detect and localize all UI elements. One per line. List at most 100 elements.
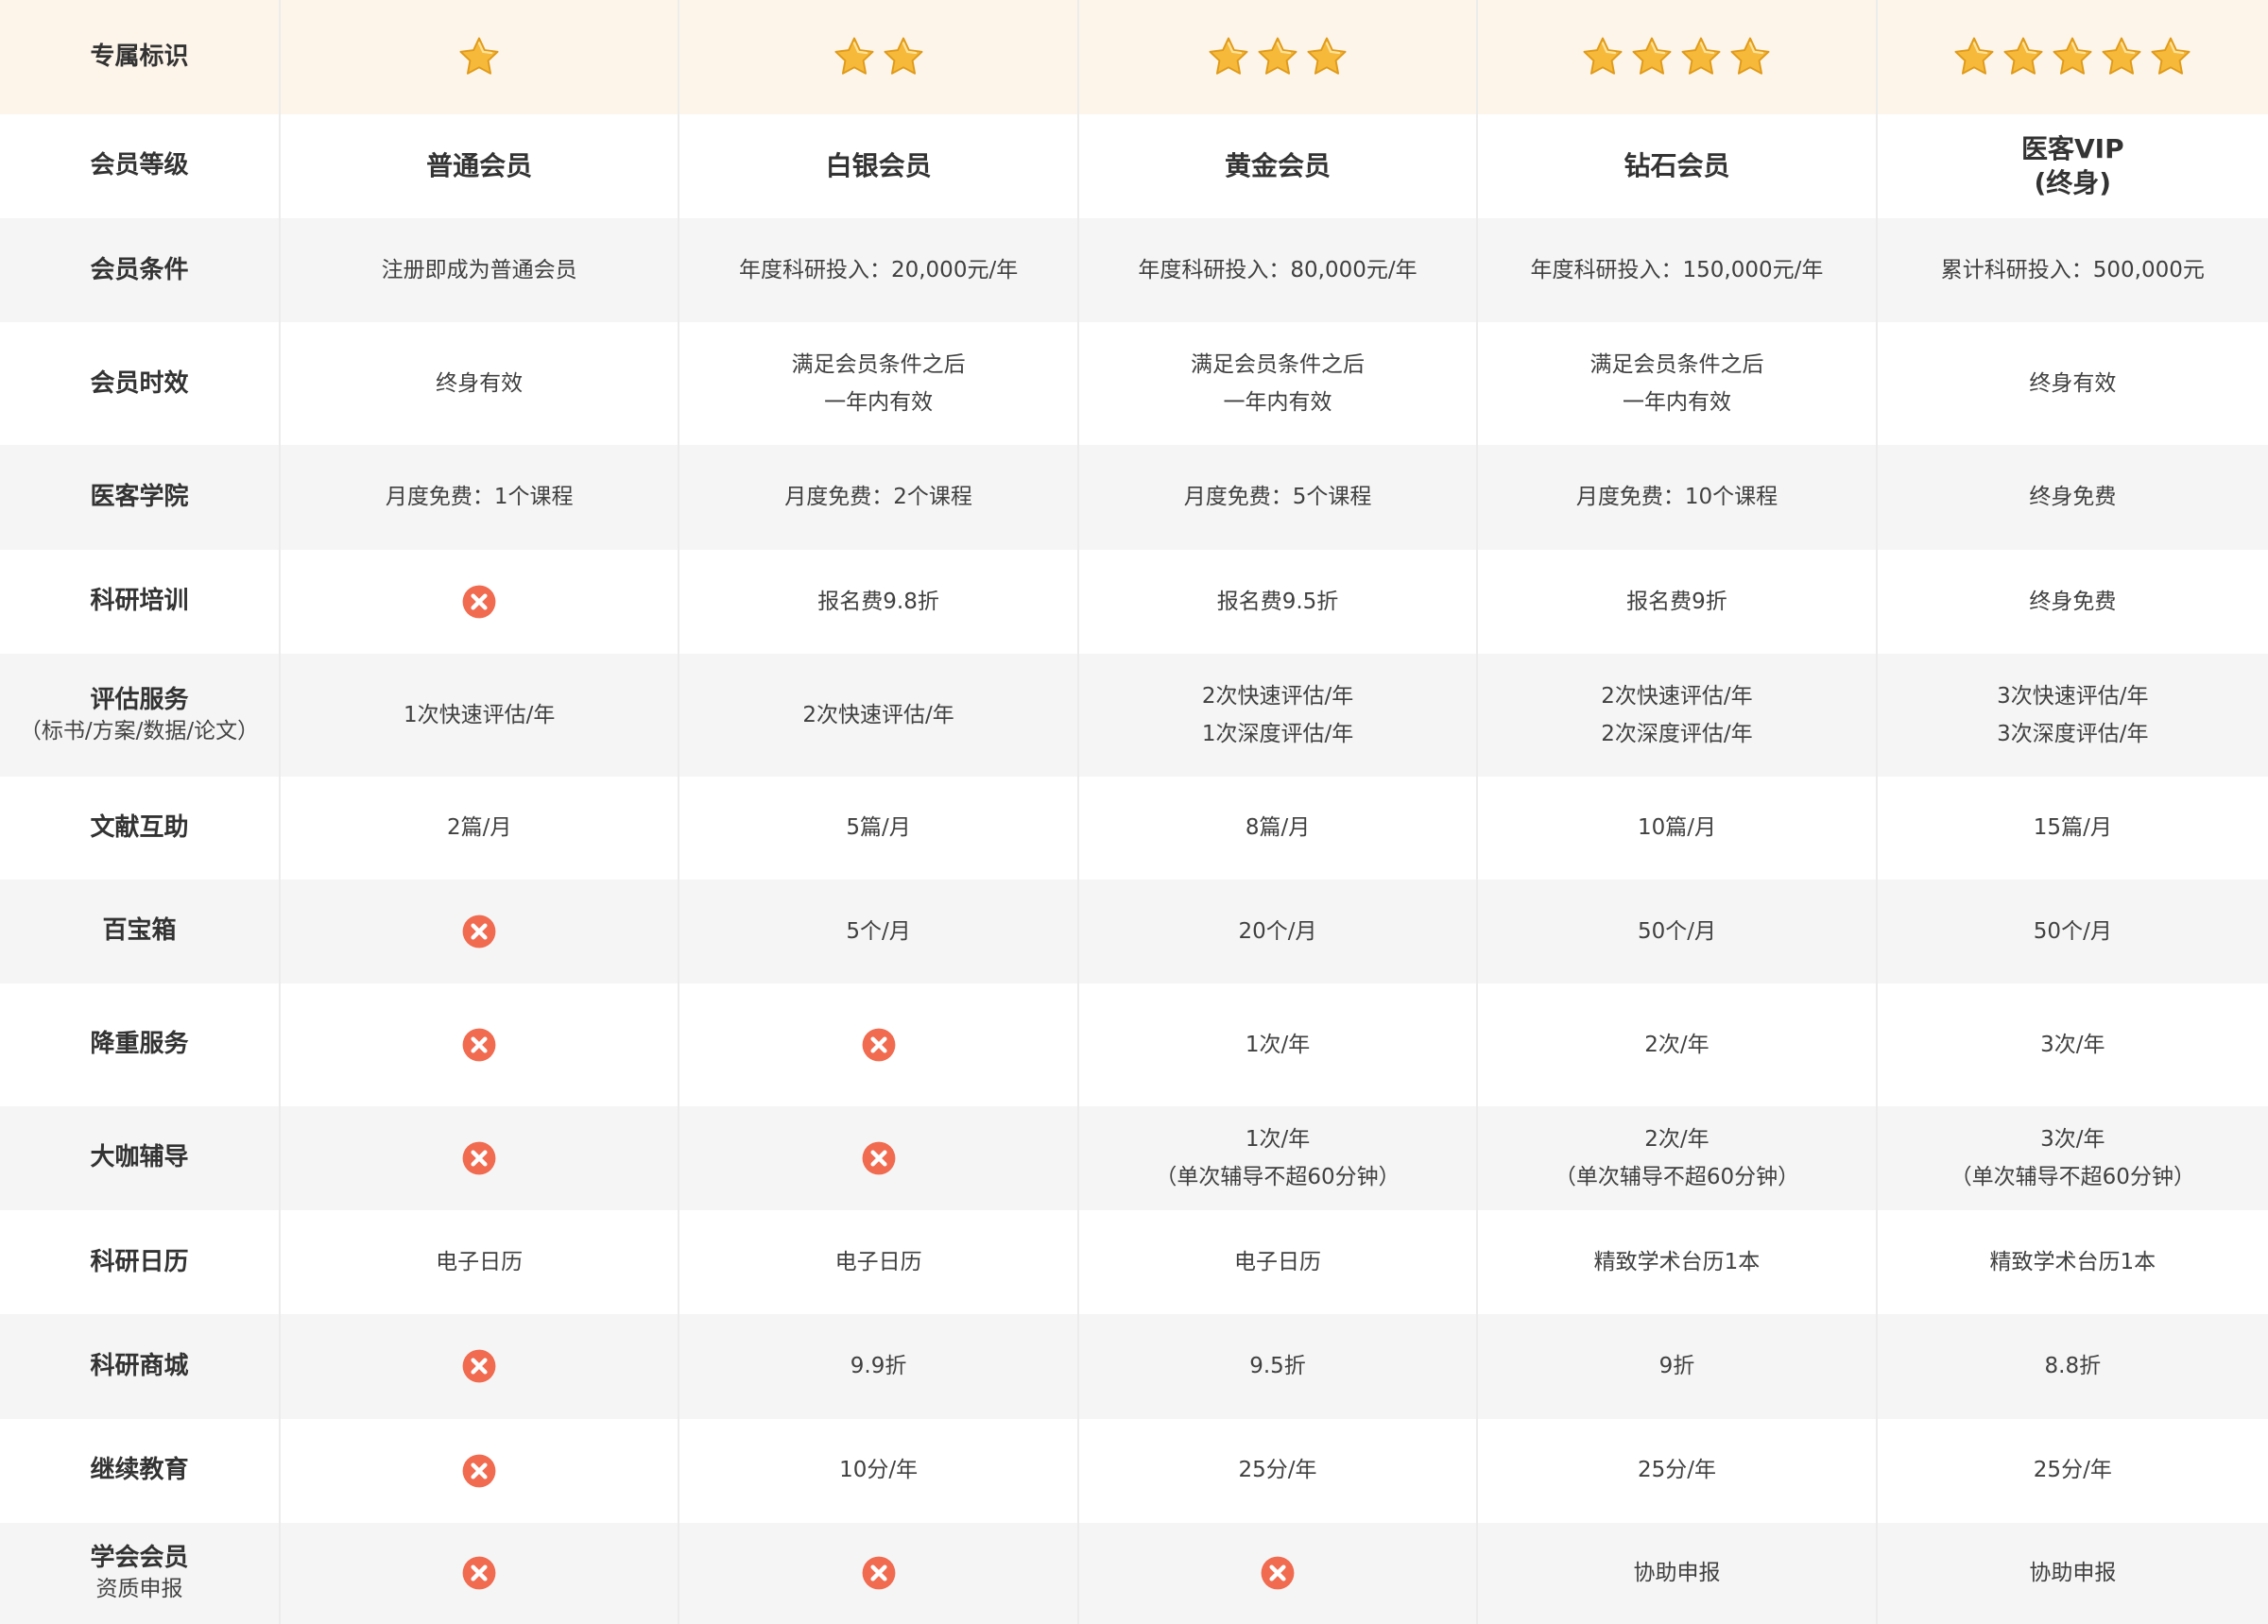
feature-row: 降重服务 1次/年 2次/年 3次/年 bbox=[0, 983, 2268, 1106]
row-label-text: 文献互助 bbox=[90, 812, 189, 842]
value-cell: 电子日历 bbox=[1079, 1210, 1479, 1315]
value-cell: 报名费9.5折 bbox=[1079, 549, 1479, 654]
cell-text: 电子日历 bbox=[436, 1250, 524, 1275]
cell-text: 一年内有效 bbox=[1223, 390, 1332, 416]
value-cell: 1次快速评估/年 bbox=[281, 653, 680, 777]
level-name: 普通会员 bbox=[426, 149, 533, 181]
feature-row: 文献互助 2篇/月 5篇/月 8篇/月 10篇/月 15篇/月 bbox=[0, 776, 2268, 880]
level-name-cell: 钻石会员 bbox=[1478, 113, 1878, 219]
star-rating bbox=[833, 35, 925, 78]
cell-text: 年度科研投入：20,000元/年 bbox=[738, 258, 1019, 283]
value-cell: 5篇/月 bbox=[679, 776, 1079, 880]
value-cell: 年度科研投入：20,000元/年 bbox=[679, 218, 1079, 323]
feature-row: 继续教育 10分/年 25分/年 25分/年 25分/年 bbox=[0, 1418, 2268, 1523]
value-cell: 精致学术台历1本 bbox=[1878, 1210, 2268, 1314]
cell-text: 8.8折 bbox=[2044, 1354, 2102, 1379]
row-label: 大咖辅导 bbox=[0, 1105, 281, 1211]
star-icon bbox=[2102, 37, 2141, 76]
star-icon bbox=[834, 37, 874, 76]
value-cell bbox=[679, 983, 1079, 1106]
badge-cell bbox=[1878, 0, 2268, 114]
value-cell: 报名费9折 bbox=[1478, 549, 1878, 654]
cell-text: 月度免费：5个课程 bbox=[1183, 485, 1372, 510]
star-rating bbox=[457, 35, 501, 78]
feature-row: 科研日历 电子日历 电子日历 电子日历 精致学术台历1本 精致学术台历1本 bbox=[0, 1210, 2268, 1315]
row-label-text: 大咖辅导 bbox=[90, 1143, 189, 1172]
value-cell: 50个/月 bbox=[1478, 879, 1878, 983]
row-label-text: 降重服务 bbox=[90, 1030, 189, 1059]
cell-text: 10篇/月 bbox=[1637, 815, 1716, 841]
cell-text: 电子日历 bbox=[834, 1250, 922, 1275]
row-label: 医客学院 bbox=[0, 445, 281, 550]
value-cell: 3次/年 （单次辅导不超60分钟） bbox=[1878, 1106, 2268, 1210]
cell-text: 年度科研投入：80,000元/年 bbox=[1138, 258, 1418, 283]
cell-text: 2次/年 bbox=[1644, 1032, 1710, 1057]
row-label-text: 评估服务 bbox=[90, 685, 189, 714]
value-cell: 10篇/月 bbox=[1478, 776, 1878, 880]
value-cell: 5个/月 bbox=[679, 879, 1079, 983]
value-cell: 累计科研投入：500,000元 bbox=[1878, 218, 2268, 322]
value-cell: 终身免费 bbox=[1878, 550, 2268, 654]
row-label-subtext: 资质申报 bbox=[95, 1577, 183, 1602]
row-label: 百宝箱 bbox=[0, 879, 281, 983]
cell-text: 9折 bbox=[1658, 1354, 1695, 1379]
cell-text: 终身有效 bbox=[436, 371, 524, 397]
row-label: 科研商城 bbox=[0, 1314, 281, 1419]
value-cell: 15篇/月 bbox=[1878, 777, 2268, 880]
value-cell: 50个/月 bbox=[1878, 880, 2268, 983]
row-label: 科研培训 bbox=[0, 549, 281, 654]
level-name: 黄金会员 bbox=[1225, 149, 1332, 181]
star-icon bbox=[1209, 37, 1248, 76]
value-cell: 满足会员条件之后 一年内有效 bbox=[1079, 322, 1479, 446]
cell-text: （单次辅导不超60分钟） bbox=[1155, 1165, 1400, 1189]
value-cell: 9.9折 bbox=[679, 1314, 1079, 1419]
cell-text: 月度免费：1个课程 bbox=[385, 485, 574, 510]
cross-icon bbox=[862, 1028, 896, 1062]
cell-text: 报名费9.8折 bbox=[817, 589, 939, 614]
star-icon bbox=[1730, 37, 1770, 76]
value-cell: 精致学术台历1本 bbox=[1478, 1210, 1878, 1315]
cell-text: 累计科研投入：500,000元 bbox=[1940, 258, 2205, 283]
value-cell: 10分/年 bbox=[679, 1418, 1079, 1523]
value-cell: 年度科研投入：150,000元/年 bbox=[1478, 218, 1878, 323]
row-label: 学会会员 资质申报 bbox=[0, 1522, 281, 1624]
value-cell: 协助申报 bbox=[1478, 1522, 1878, 1624]
star-icon bbox=[1307, 37, 1347, 76]
star-icon bbox=[1954, 37, 1994, 76]
cell-text: 月度免费：10个课程 bbox=[1575, 485, 1778, 510]
value-cell: 9折 bbox=[1478, 1314, 1878, 1419]
feature-row: 学会会员 资质申报 协助申报 协助申报 bbox=[0, 1522, 2268, 1624]
row-label: 降重服务 bbox=[0, 983, 281, 1106]
cell-text: 25分/年 bbox=[1238, 1458, 1317, 1483]
value-cell: 3次快速评估/年 3次深度评估/年 bbox=[1878, 654, 2268, 777]
value-cell: 25分/年 bbox=[1878, 1419, 2268, 1523]
value-cell: 2次快速评估/年 1次深度评估/年 bbox=[1079, 653, 1479, 777]
cell-text: 2次快速评估/年 bbox=[1201, 683, 1354, 709]
cell-text: 月度免费：2个课程 bbox=[784, 485, 972, 510]
cell-text: 2篇/月 bbox=[446, 815, 512, 841]
row-label-text: 会员等级 bbox=[90, 151, 189, 180]
value-cell: 8篇/月 bbox=[1079, 776, 1479, 880]
value-cell: 年度科研投入：80,000元/年 bbox=[1079, 218, 1479, 323]
row-label-text: 科研培训 bbox=[90, 587, 189, 616]
cell-text: 50个/月 bbox=[2033, 918, 2112, 944]
value-cell: 报名费9.8折 bbox=[679, 549, 1079, 654]
cell-text: 1次深度评估/年 bbox=[1201, 721, 1354, 746]
star-icon bbox=[1583, 37, 1623, 76]
cell-text: 一年内有效 bbox=[1622, 390, 1731, 416]
badge-cell bbox=[679, 0, 1079, 114]
level-name-cell: 医客VIP (终身) bbox=[1878, 114, 2268, 218]
feature-row: 会员条件 注册即成为普通会员 年度科研投入：20,000元/年 年度科研投入：80,0… bbox=[0, 218, 2268, 323]
cross-icon bbox=[862, 1141, 896, 1175]
feature-row: 医客学院 月度免费：1个课程 月度免费：2个课程 月度免费：5个课程 月度免费：10个课… bbox=[0, 445, 2268, 550]
star-icon bbox=[884, 37, 923, 76]
membership-comparison-table: 专属标识 会员等级 普通会员 白银会员 黄金会员 钻石会员 医客VIP (终身) 会员条件 注册即… bbox=[0, 0, 2268, 1624]
value-cell: 9.5折 bbox=[1079, 1314, 1479, 1419]
value-cell: 满足会员条件之后 一年内有效 bbox=[679, 322, 1079, 446]
cell-text: 年度科研投入：150,000元/年 bbox=[1530, 258, 1824, 283]
cell-text: 3次快速评估/年 bbox=[1997, 683, 2149, 709]
cross-icon bbox=[462, 1028, 496, 1062]
cell-text: （单次辅导不超60分钟） bbox=[1950, 1165, 2195, 1189]
cell-text: 终身免费 bbox=[2029, 589, 2117, 614]
level-name-cell: 黄金会员 bbox=[1079, 113, 1479, 219]
